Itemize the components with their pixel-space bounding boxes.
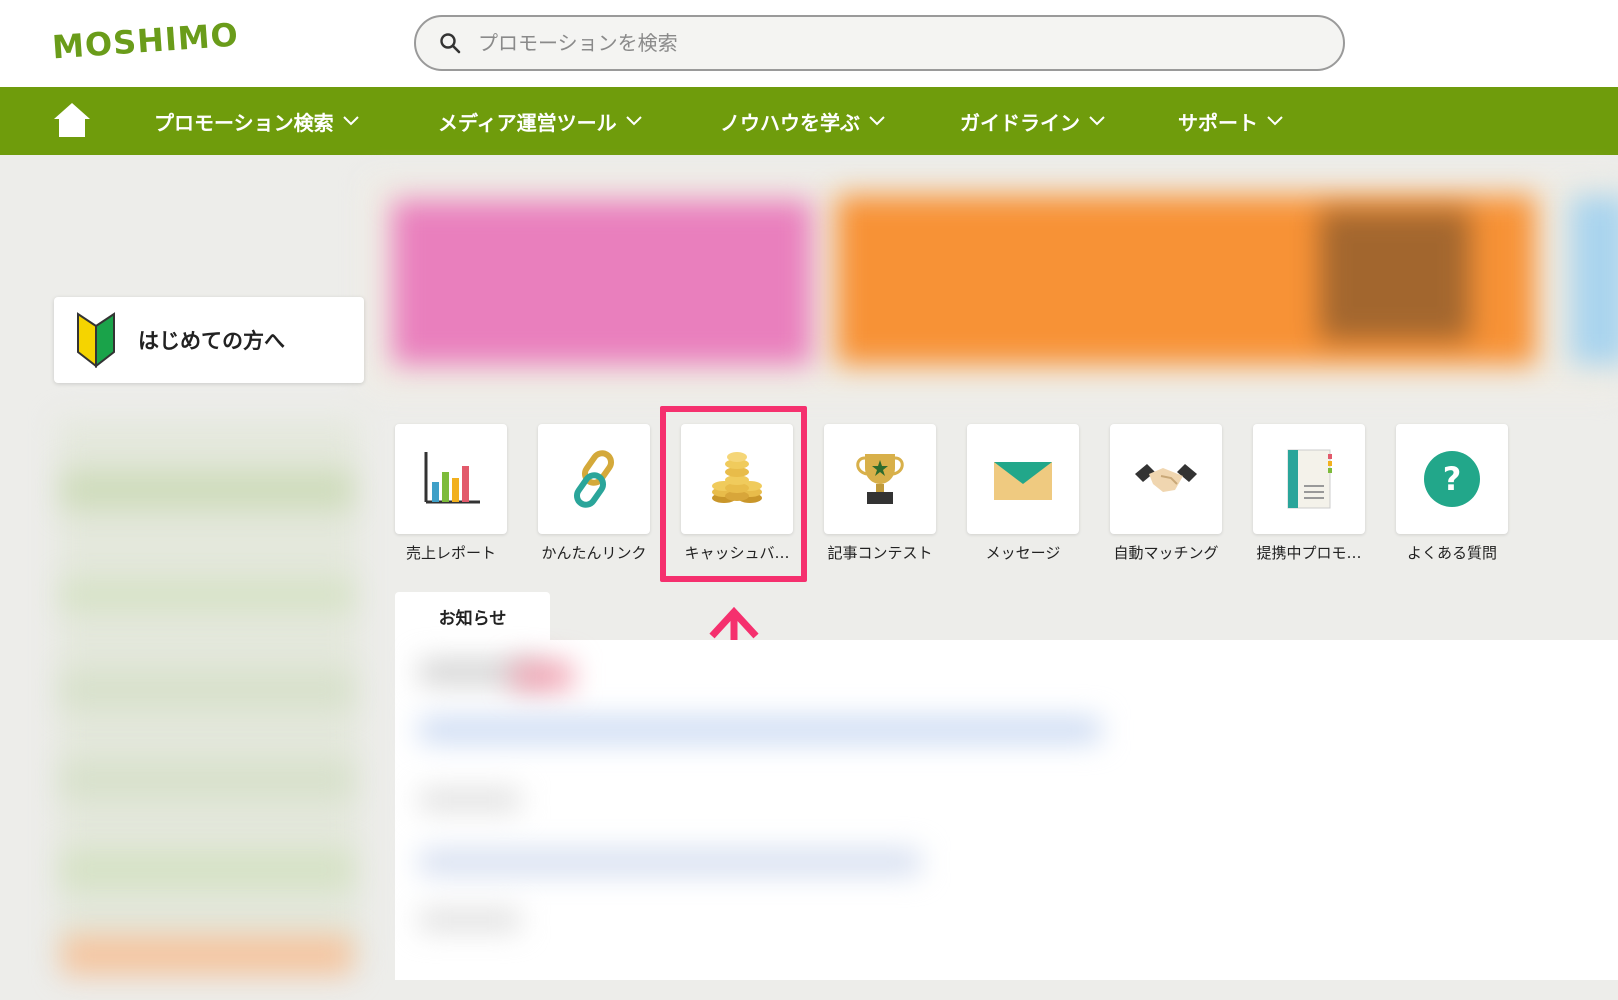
sidebar-menu-item[interactable] <box>62 470 352 510</box>
beginner-guide-label: はじめての方へ <box>138 329 285 353</box>
tool-article-contest[interactable] <box>824 424 936 534</box>
envelope-icon <box>994 462 1052 500</box>
beginner-mark-icon <box>77 312 115 368</box>
sidebar-menu-item[interactable] <box>62 850 352 890</box>
tool-label: 記事コンテスト <box>827 544 933 562</box>
news-badge <box>512 662 572 690</box>
tool-faq[interactable]: ? <box>1396 424 1508 534</box>
chevron-down-icon <box>1267 116 1283 126</box>
banner-blue[interactable] <box>1570 195 1618 365</box>
tool-sales-report[interactable] <box>395 424 507 534</box>
home-icon[interactable] <box>52 101 92 139</box>
nav-item-label: プロモーション検索 <box>154 110 334 135</box>
tool-label: かんたんリンク <box>541 544 647 562</box>
search-box[interactable] <box>414 15 1345 71</box>
tool-active-promotions[interactable] <box>1253 424 1365 534</box>
search-icon <box>440 33 461 54</box>
highlight-box <box>660 406 807 582</box>
sidebar-menu-item[interactable] <box>62 580 352 610</box>
bar-chart-icon <box>424 452 480 504</box>
tab-news[interactable]: お知らせ <box>395 592 550 640</box>
nav-item-media-tools[interactable]: メディア運営ツール <box>438 87 643 155</box>
tool-label: 提携中プロモ… <box>1256 544 1362 562</box>
tool-label: 売上レポート <box>405 544 496 562</box>
tool-label: よくある質問 <box>1406 544 1497 562</box>
question-icon: ? <box>1424 451 1480 507</box>
nav-item-knowhow[interactable]: ノウハウを学ぶ <box>720 87 886 155</box>
news-content <box>420 790 520 810</box>
nav-item-label: ガイドライン <box>960 110 1080 135</box>
chevron-down-icon <box>869 116 885 126</box>
tool-easy-link[interactable] <box>538 424 650 534</box>
nav-item-label: メディア運営ツール <box>438 110 617 135</box>
sidebar-menu-item[interactable] <box>62 760 352 800</box>
nav-item-label: サポート <box>1178 110 1258 135</box>
header: MOSHIMO <box>0 0 1618 87</box>
chevron-down-icon <box>625 116 642 126</box>
chain-link-icon <box>573 450 615 508</box>
banner-pink[interactable] <box>392 200 812 365</box>
sidebar-menu-item-highlight[interactable] <box>62 935 352 975</box>
moshimo-logo[interactable]: MOSHIMO <box>51 16 240 67</box>
search-input[interactable] <box>478 31 1298 55</box>
nav-item-promotion-search[interactable]: プロモーション検索 <box>154 87 360 155</box>
svg-text:?: ? <box>1443 460 1462 498</box>
trophy-icon <box>856 454 904 504</box>
tool-label: メッセージ <box>985 544 1061 562</box>
tool-auto-matching[interactable] <box>1110 424 1222 534</box>
nav-item-guidelines[interactable]: ガイドライン <box>960 87 1106 155</box>
news-content[interactable] <box>420 718 1100 742</box>
chevron-down-icon <box>1089 116 1105 126</box>
main-nav: プロモーション検索 メディア運営ツール ノウハウを学ぶ ガイドライン サポート <box>0 87 1618 155</box>
beginner-guide-button[interactable]: はじめての方へ <box>54 297 364 383</box>
news-panel <box>395 640 1618 980</box>
tool-label: 自動マッチング <box>1113 544 1219 562</box>
chevron-down-icon <box>342 116 359 126</box>
handshake-icon <box>1135 464 1197 492</box>
nav-item-label: ノウハウを学ぶ <box>720 110 860 135</box>
news-content[interactable] <box>420 850 920 874</box>
news-content <box>420 910 520 930</box>
sidebar-menu-item[interactable] <box>62 670 352 710</box>
promotion-book-icon <box>1287 449 1332 509</box>
banner-orange-dark <box>1320 210 1470 340</box>
tool-message[interactable] <box>967 424 1079 534</box>
nav-item-support[interactable]: サポート <box>1178 87 1284 155</box>
